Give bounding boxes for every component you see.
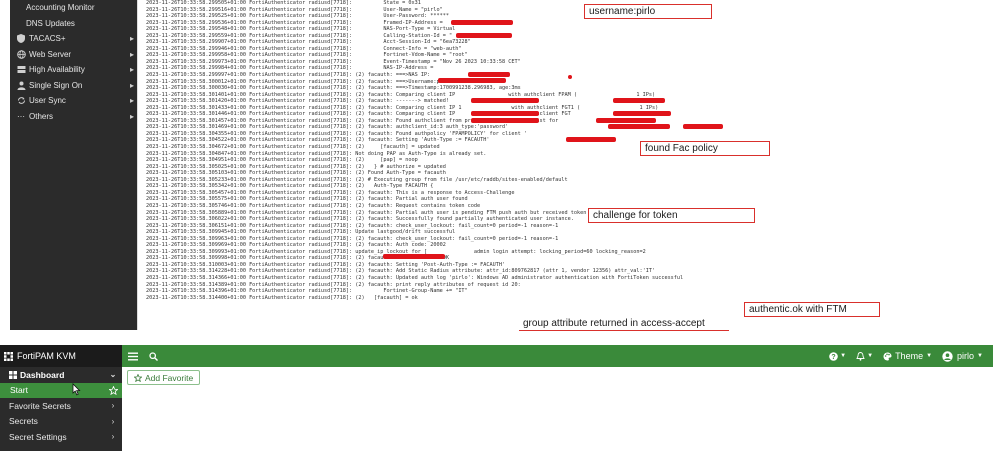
globe-icon — [16, 49, 26, 59]
notifications-button[interactable]: ▼ — [856, 351, 874, 361]
redaction-mark — [456, 33, 512, 38]
help-button[interactable]: ? ▼ — [829, 351, 847, 361]
app-brand-title: FortiPAM KVM — [17, 351, 76, 361]
sidebar-item-secrets[interactable]: Secrets › — [0, 414, 122, 430]
chevron-right-icon: ▸ — [129, 65, 134, 75]
chevron-down-icon: ⌄ — [109, 370, 117, 380]
chevron-down-icon: ▼ — [926, 353, 933, 359]
sidebar-item-label: Accounting Monitor — [26, 3, 95, 13]
star-icon — [134, 373, 142, 382]
sidebar-item-secret-settings[interactable]: Secret Settings › — [0, 429, 122, 445]
dashboard-icon — [9, 370, 17, 379]
chevron-right-icon: ▸ — [129, 80, 134, 90]
redaction-mark — [438, 78, 506, 83]
sidebar-item-label: Favorite Secrets — [9, 400, 71, 411]
chevron-right-icon: › — [111, 401, 115, 411]
search-icon[interactable] — [149, 351, 158, 361]
redaction-mark — [451, 20, 513, 25]
sidebar-item-tacacs[interactable]: TACACS+ ▸ — [10, 31, 137, 47]
debug-log-panel: 2023-11-26T10:33:58.299505+01:00 FortiAu… — [137, 0, 999, 331]
sidebar-item-label: High Availability — [29, 65, 85, 75]
sidebar-item-user-sync[interactable]: User Sync ▸ — [10, 93, 137, 109]
sidebar-item-label: Others — [29, 111, 54, 121]
app-brand-bar: FortiPAM KVM — [0, 345, 122, 367]
chevron-right-icon: ▸ — [129, 34, 134, 44]
annotation-challenge: challenge for token — [588, 208, 755, 223]
chevron-down-icon: ▼ — [840, 353, 847, 359]
sidebar-item-label: Dashboard — [20, 369, 65, 380]
sidebar-item-dns-updates[interactable]: DNS Updates — [10, 16, 137, 32]
redaction-mark — [468, 72, 510, 77]
debug-log-text: 2023-11-26T10:33:58.299505+01:00 FortiAu… — [146, 0, 906, 301]
sidebar-item-label: DNS Updates — [26, 18, 75, 28]
redaction-mark — [683, 124, 723, 129]
shield-icon — [16, 34, 26, 44]
help-icon: ? — [829, 351, 838, 361]
sidebar-item-others[interactable]: ⋯ Others ▸ — [10, 109, 137, 125]
sidebar-item-label: TACACS+ — [29, 34, 66, 44]
redaction-mark — [596, 118, 656, 123]
chevron-right-icon: ▸ — [129, 96, 134, 106]
server-icon — [16, 65, 26, 75]
sidebar-item-label: Single Sign On — [29, 80, 83, 90]
user-name: pirlo — [957, 351, 975, 361]
annotation-group-attr: group attribute returned in access-accep… — [519, 317, 729, 331]
sidebar-item-single-sign-on[interactable]: Single Sign On ▸ — [10, 78, 137, 94]
add-favorite-label: Add Favorite — [145, 372, 194, 383]
annotation-ftm: authentic.ok with FTM — [744, 302, 880, 317]
app-sidebar: Dashboard ⌄ Start Favorite Secrets › Sec… — [0, 367, 122, 451]
svg-text:?: ? — [832, 354, 836, 361]
redaction-mark — [568, 75, 572, 79]
redaction-mark — [471, 118, 539, 123]
chevron-right-icon: › — [111, 432, 115, 442]
sidebar-item-web-server[interactable]: Web Server ▸ — [10, 47, 137, 63]
mouse-cursor-icon — [72, 383, 81, 396]
sync-icon — [16, 96, 26, 106]
sidebar-item-start[interactable]: Start — [0, 382, 122, 398]
annotation-fac-policy: found Fac policy — [640, 141, 770, 156]
redaction-mark — [471, 111, 539, 116]
theme-button[interactable]: Theme ▼ — [883, 351, 932, 361]
chevron-down-icon: ▼ — [867, 353, 874, 359]
sidebar-item-label: Web Server — [29, 49, 72, 59]
user-menu-button[interactable]: pirlo ▼ — [942, 350, 983, 362]
redaction-mark — [608, 124, 670, 129]
sidebar-item-dashboard[interactable]: Dashboard ⌄ — [0, 367, 122, 383]
chevron-right-icon: ▸ — [129, 111, 134, 121]
sidebar-item-label: Secrets — [9, 416, 38, 427]
sidebar-item-high-availability[interactable]: High Availability ▸ — [10, 62, 137, 78]
app-topbar: ? ▼ ▼ Theme ▼ pirlo ▼ — [122, 345, 993, 367]
chevron-down-icon: ▼ — [977, 353, 983, 359]
theme-label: Theme — [895, 351, 924, 361]
top-sidebar: Accounting Monitor DNS Updates TACACS+ ▸… — [10, 0, 137, 330]
redaction-mark — [471, 98, 539, 103]
sidebar-item-label: Secret Settings — [9, 431, 67, 442]
sidebar-item-accounting-monitor[interactable]: Accounting Monitor — [10, 0, 137, 16]
star-icon[interactable] — [109, 385, 118, 395]
redaction-mark — [613, 98, 665, 103]
annotation-username: username:pirlo — [584, 4, 712, 19]
add-favorite-button[interactable]: Add Favorite — [127, 370, 201, 385]
bell-icon — [856, 351, 865, 361]
dashboard-content: Add Favorite — [122, 367, 993, 451]
redaction-mark — [566, 137, 616, 142]
sidebar-item-label: Start — [10, 385, 28, 396]
palette-icon — [883, 352, 892, 360]
redaction-mark — [383, 254, 445, 259]
fortinet-logo-icon — [4, 351, 13, 361]
ellipsis-icon: ⋯ — [17, 111, 25, 121]
log-line: 2023-11-26T10:33:58.314400+01:00 FortiAu… — [146, 294, 418, 301]
user-avatar-icon — [942, 350, 953, 362]
person-icon — [16, 80, 26, 90]
sidebar-item-favorite-secrets[interactable]: Favorite Secrets › — [0, 398, 122, 414]
chevron-right-icon: ▸ — [129, 49, 134, 59]
sidebar-item-label: User Sync — [29, 96, 66, 106]
chevron-right-icon: › — [111, 416, 115, 426]
redaction-mark — [613, 111, 671, 116]
hamburger-menu-icon[interactable] — [128, 352, 138, 361]
